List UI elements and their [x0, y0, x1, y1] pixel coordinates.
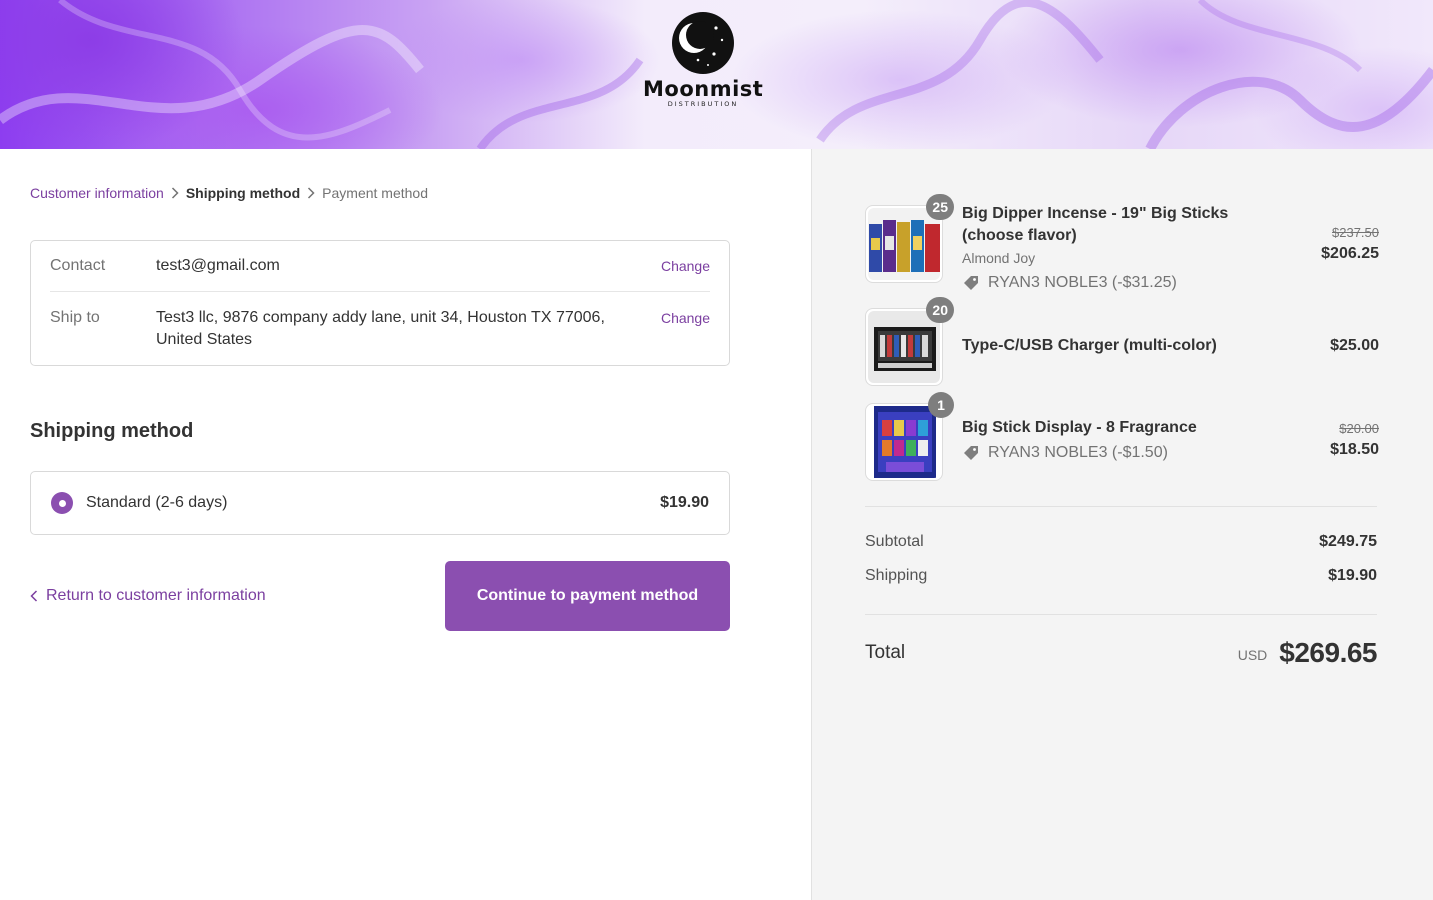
- subtotal-row: Subtotal $249.75: [865, 533, 1377, 551]
- shipping-label: Shipping: [865, 567, 928, 584]
- continue-to-payment-button[interactable]: Continue to payment method: [445, 561, 730, 631]
- total-currency: USD: [1237, 647, 1268, 663]
- product-price: $20.00 $18.50: [1330, 419, 1379, 461]
- checkout-main: Customer information Shipping method Pay…: [0, 149, 811, 900]
- product-discount: RYAN3 NOBLE3 (-$31.25): [962, 270, 1262, 296]
- breadcrumb-payment-method: Payment method: [322, 185, 428, 201]
- contact-label: Contact: [50, 257, 106, 274]
- total-row: Total USD $269.65: [865, 637, 1377, 669]
- brand-tagline: DISTRIBUTION: [667, 100, 739, 108]
- product-title: Type-C/USB Charger (multi-color): [962, 337, 1217, 354]
- shipping-method-title: Shipping method: [30, 420, 194, 442]
- original-price: $237.50: [1332, 225, 1379, 240]
- shipping-rate-option[interactable]: Standard (2-6 days) $19.90: [30, 471, 730, 535]
- total-value: $269.65: [1279, 637, 1377, 668]
- product-info: Big Dipper Incense - 19" Big Sticks (cho…: [962, 203, 1262, 296]
- product-price: $25.00: [1330, 335, 1379, 357]
- product-thumbnail: 20: [865, 297, 954, 386]
- return-to-customer-information-link[interactable]: Return to customer information: [30, 587, 266, 605]
- shipto-label: Ship to: [50, 309, 100, 326]
- product-thumbnail: 25: [865, 194, 954, 283]
- breadcrumb-shipping-method: Shipping method: [185, 185, 301, 201]
- order-item: 1 Big Stick Display - 8 Fragrance RYAN3 …: [865, 392, 1379, 483]
- summary-divider: [865, 614, 1377, 615]
- chevron-right-icon: [300, 187, 322, 199]
- shipping-rate-label: Standard (2-6 days): [86, 494, 228, 511]
- discount-tag-icon: [964, 446, 978, 460]
- product-info: Type-C/USB Charger (multi-color): [962, 335, 1262, 357]
- discount-tag-icon: [964, 276, 978, 290]
- product-title: Big Dipper Incense - 19" Big Sticks (cho…: [962, 205, 1229, 244]
- return-link-label: Return to customer information: [46, 587, 266, 604]
- shipping-value: $19.90: [1328, 567, 1377, 584]
- incense-product-image: [868, 208, 940, 280]
- brand-logo[interactable]: Moonmist DISTRIBUTION: [643, 10, 763, 114]
- discount-code: RYAN3 NOBLE3 (-$1.50): [988, 444, 1168, 461]
- breadcrumb: Customer information Shipping method Pay…: [30, 185, 428, 201]
- header-banner: Moonmist DISTRIBUTION: [0, 0, 1433, 149]
- review-block: Contact test3@gmail.com Change Ship to T…: [30, 240, 730, 366]
- discounted-price: $206.25: [1321, 245, 1379, 262]
- subtotal-label: Subtotal: [865, 533, 924, 550]
- breadcrumb-customer-information[interactable]: Customer information: [30, 185, 164, 201]
- review-contact-row: Contact test3@gmail.com Change: [50, 241, 710, 292]
- order-item: 25 Big Dipper Incense - 19" Big Sticks (…: [865, 194, 1379, 296]
- shipping-rate-radio[interactable]: [51, 492, 73, 514]
- change-contact-link[interactable]: Change: [650, 258, 710, 274]
- product-price: $237.50 $206.25: [1321, 223, 1379, 265]
- subtotal-value: $249.75: [1319, 533, 1377, 550]
- order-summary: 25 Big Dipper Incense - 19" Big Sticks (…: [811, 149, 1433, 900]
- discount-code: RYAN3 NOBLE3 (-$31.25): [988, 274, 1177, 291]
- contact-value: test3@gmail.com: [156, 257, 280, 274]
- discounted-price: $18.50: [1330, 441, 1379, 458]
- product-thumbnail: 1: [865, 392, 954, 481]
- review-shipto-row: Ship to Test3 llc, 9876 company addy lan…: [50, 307, 710, 351]
- quantity-badge: 1: [928, 392, 954, 418]
- quantity-badge: 25: [926, 194, 954, 220]
- order-item: 20 Type-C/USB Charger (multi-color) $25.…: [865, 297, 1379, 386]
- shipping-row: Shipping $19.90: [865, 567, 1377, 585]
- display-product-image: [868, 406, 940, 478]
- product-title: Big Stick Display - 8 Fragrance: [962, 419, 1197, 436]
- product-info: Big Stick Display - 8 Fragrance RYAN3 NO…: [962, 417, 1262, 466]
- change-shipto-link[interactable]: Change: [650, 307, 710, 351]
- charger-product-image: [868, 311, 940, 383]
- shipping-rate-price: $19.90: [660, 494, 709, 511]
- summary-divider: [865, 506, 1377, 507]
- original-price: $20.00: [1339, 421, 1379, 436]
- brand-name: Moonmist: [643, 77, 764, 101]
- shipto-value: Test3 llc, 9876 company addy lane, unit …: [156, 309, 605, 348]
- total-label: Total: [865, 642, 906, 663]
- product-variant: Almond Joy: [962, 250, 1036, 266]
- product-price-value: $25.00: [1330, 337, 1379, 354]
- moon-logo-icon: [672, 12, 734, 74]
- chevron-left-icon: [30, 590, 38, 602]
- chevron-right-icon: [164, 187, 186, 199]
- quantity-badge: 20: [926, 297, 954, 323]
- radio-selected-dot: [58, 499, 66, 507]
- product-discount: RYAN3 NOBLE3 (-$1.50): [962, 440, 1262, 466]
